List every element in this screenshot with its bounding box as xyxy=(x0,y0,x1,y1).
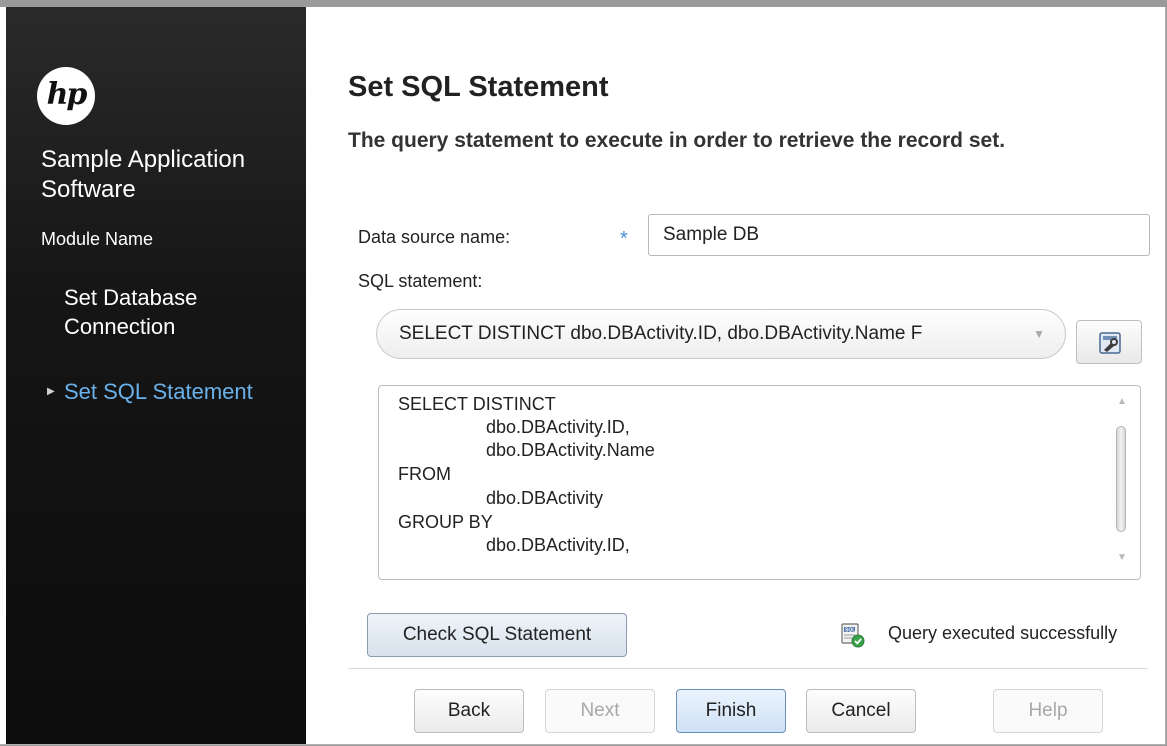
scrollbar-thumb[interactable] xyxy=(1116,426,1126,532)
status-message: Query executed successfully xyxy=(888,623,1118,643)
sidebar-item-set-database-connection[interactable]: Set Database Connection xyxy=(64,283,294,341)
module-name: Module Name xyxy=(41,229,154,249)
back-button[interactable]: Back xyxy=(414,689,524,733)
sidebar: hp Sample Application Software Module Na… xyxy=(6,7,306,744)
sql-line: dbo.DBActivity.Name xyxy=(486,440,655,460)
sql-line: dbo.DBActivity.ID, xyxy=(486,535,630,555)
scroll-down-icon[interactable]: ▼ xyxy=(1117,552,1127,563)
check-sql-statement-button[interactable]: Check SQL Statement xyxy=(367,613,627,657)
sql-statement-label: SQL statement: xyxy=(358,271,483,291)
svg-text:SQL: SQL xyxy=(845,628,855,634)
hp-logo: hp xyxy=(37,67,95,125)
help-button[interactable]: Help xyxy=(993,689,1103,733)
footer-divider xyxy=(348,668,1148,669)
data-source-input[interactable] xyxy=(648,214,1150,256)
next-button[interactable]: Next xyxy=(545,689,655,733)
page-subtitle: The query statement to execute in order … xyxy=(348,129,1006,152)
sql-dropdown-value: SELECT DISTINCT dbo.DBActivity.ID, dbo.D… xyxy=(399,323,923,344)
data-source-label: Data source name: xyxy=(358,227,511,247)
scroll-up-icon[interactable]: ▲ xyxy=(1117,396,1127,407)
cancel-button[interactable]: Cancel xyxy=(806,689,916,733)
app-name: Sample Application Software xyxy=(41,146,246,203)
sql-line: SELECT DISTINCT xyxy=(398,394,556,414)
query-builder-icon xyxy=(1099,332,1121,354)
sql-success-icon: SQL xyxy=(841,623,865,648)
sql-statement-dropdown[interactable]: SELECT DISTINCT dbo.DBActivity.ID, dbo.D… xyxy=(376,309,1066,359)
page-title: Set SQL Statement xyxy=(348,71,609,103)
sql-line: dbo.DBActivity xyxy=(486,488,604,508)
required-marker: * xyxy=(620,228,628,250)
wizard-window: hp Sample Application Software Module Na… xyxy=(0,7,1166,745)
sidebar-item-set-sql-statement[interactable]: Set SQL Statement xyxy=(64,377,294,406)
sql-text-area[interactable]: SELECT DISTINCT dbo.DBActivity.ID, dbo.D… xyxy=(378,385,1141,580)
query-builder-button[interactable] xyxy=(1076,320,1142,364)
sql-line: FROM xyxy=(398,464,451,484)
sql-line: dbo.DBActivity.ID, xyxy=(486,417,630,437)
finish-button[interactable]: Finish xyxy=(676,689,786,733)
sql-line: GROUP BY xyxy=(398,512,493,532)
current-step-arrow-icon: ▶ xyxy=(47,386,55,397)
chevron-down-icon: ▼ xyxy=(1033,327,1045,341)
